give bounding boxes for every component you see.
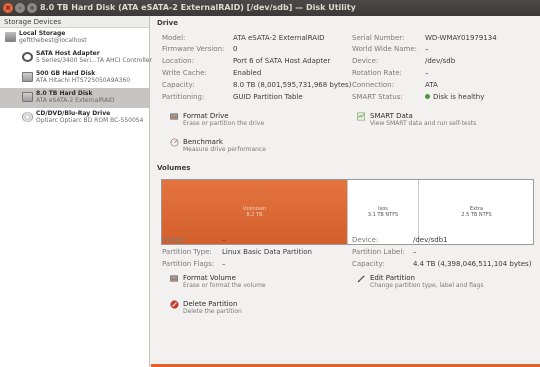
capacity-value: 8.0 TB (8,001,595,731,968 bytes) <box>233 81 352 89</box>
action-desc: Erase or format the volume <box>183 282 266 289</box>
optical-disc-icon <box>22 112 33 122</box>
sidebar-item-sub: geftthebest@localhost <box>19 37 87 44</box>
action-desc: Measure drive performance <box>183 146 266 153</box>
model-value: ATA eSATA-2 ExternalRAID <box>233 34 325 42</box>
sidebar-item-name: 500 GB Hard Disk <box>36 70 96 77</box>
volumes-section-title: Volumes <box>157 164 191 172</box>
action-title: Edit Partition <box>370 274 415 282</box>
volume-size: 8.2 TB <box>246 212 263 218</box>
close-window-button[interactable]: × <box>3 3 13 13</box>
action-title: SMART Data <box>370 112 413 120</box>
field-label: Partitioning: <box>162 93 205 101</box>
storage-devices-sidebar: Storage Devices Local Storage geftthebes… <box>0 16 152 367</box>
volume-map: Unknown 8.2 TB Isos 3.1 TB NTFS Extra 2.… <box>161 179 534 245</box>
field-label: Capacity: <box>352 260 385 268</box>
field-label: Model: <box>162 34 186 42</box>
smart-data-icon <box>357 112 365 121</box>
field-label: Device: <box>352 236 379 244</box>
sidebar-item-name: 8.0 TB Hard Disk <box>36 90 93 97</box>
format-volume-icon <box>170 275 178 282</box>
volume-capacity-value: 4.4 TB (4,398,046,511,104 bytes) <box>413 260 532 268</box>
edit-partition-icon <box>357 275 365 283</box>
partitioning-value: GUID Partition Table <box>233 93 303 101</box>
field-label: SMART Status: <box>352 93 403 101</box>
partition-flags-value: – <box>222 260 226 268</box>
format-drive-icon <box>170 113 178 120</box>
smart-status-value: Disk is healthy <box>425 93 484 101</box>
field-label: Firmware Version: <box>162 45 225 53</box>
disk-utility-window: × – + 8.0 TB Hard Disk (ATA eSATA-2 Exte… <box>0 0 540 367</box>
healthy-dot-icon <box>425 94 430 99</box>
field-label: Location: <box>162 57 194 65</box>
field-label: Write Cache: <box>162 69 207 77</box>
connection-value: ATA <box>425 81 438 89</box>
volume-segment-label: Unknown 8.2 TB <box>162 206 347 218</box>
field-label: Partition Type: <box>162 248 212 256</box>
action-desc: Erase or partition the drive <box>183 120 265 127</box>
sidebar-item-optical-drive[interactable]: CD/DVD/Blu-Ray Drive Optiarc Optiarc BD … <box>0 108 149 128</box>
volume-size: 3.1 TB NTFS <box>367 212 399 218</box>
action-title: Format Drive <box>183 112 229 120</box>
field-label: Device: <box>352 57 379 65</box>
field-label: Partition Flags: <box>162 260 215 268</box>
action-title: Benchmark <box>183 138 223 146</box>
write-cache-value: Enabled <box>233 69 262 77</box>
smart-status-text: Disk is healthy <box>433 93 485 101</box>
field-label: Connection: <box>352 81 394 89</box>
maximize-window-button[interactable]: + <box>27 3 37 13</box>
device-value: /dev/sdb <box>425 57 456 65</box>
sidebar-item-sub: 5 Series/3400 Seri...TA AHCI Controller <box>36 57 152 64</box>
delete-partition-icon <box>170 300 179 309</box>
sidebar-item-local-storage[interactable]: Local Storage geftthebest@localhost <box>0 28 149 48</box>
drive-section-title: Drive <box>157 19 178 27</box>
location-value: Port 6 of SATA Host Adapter <box>233 57 331 65</box>
wwn-value: – <box>425 45 429 53</box>
volume-size: 2.5 TB NTFS <box>461 212 492 218</box>
sidebar-header: Storage Devices <box>0 16 149 28</box>
volume-segment-isos[interactable]: Isos 3.1 TB NTFS <box>347 180 418 244</box>
field-label: Serial Number: <box>352 34 405 42</box>
volume-segment-unknown[interactable]: Unknown 8.2 TB <box>162 180 347 244</box>
field-label: Rotation Rate: <box>352 69 402 77</box>
sidebar-item-name: SATA Host Adapter <box>36 50 100 57</box>
sidebar-item-sata-adapter[interactable]: SATA Host Adapter 5 Series/3400 Seri...T… <box>0 48 152 68</box>
hard-disk-icon <box>22 92 33 102</box>
volume-segment-extra[interactable]: Extra 2.5 TB NTFS <box>418 180 534 244</box>
serial-value: WD-WMAY01979134 <box>425 34 497 42</box>
hard-disk-icon <box>22 72 33 82</box>
field-label: Capacity: <box>162 81 195 89</box>
window-controls: × – + <box>3 3 37 13</box>
detail-pane: Drive Model: ATA eSATA-2 ExternalRAID Fi… <box>151 16 540 367</box>
volume-device-value: /dev/sdb1 <box>413 236 448 244</box>
volume-segment-label: Isos 3.1 TB NTFS <box>348 206 418 218</box>
computer-icon <box>5 32 16 42</box>
partition-type-value: Linux Basic Data Partition <box>222 248 312 256</box>
action-desc: Change partition type, label and flags <box>370 282 484 289</box>
volume-segment-label: Extra 2.5 TB NTFS <box>419 206 534 218</box>
sidebar-item-sub: ATA Hitachi HTS725050A9A360 <box>36 77 131 84</box>
rotation-value: – <box>425 69 429 77</box>
sidebar-item-name: Local Storage <box>19 30 66 37</box>
sidebar-item-sub: Optiarc Optiarc BD ROM BC-5500S4 <box>36 117 144 124</box>
action-title: Format Volume <box>183 274 236 282</box>
sidebar-item-sub: ATA eSATA-2 ExternalRAID <box>36 97 115 104</box>
field-label: Partition Label: <box>352 248 405 256</box>
title-bar[interactable]: × – + 8.0 TB Hard Disk (ATA eSATA-2 Exte… <box>0 0 540 16</box>
field-label: Usage: <box>162 236 187 244</box>
action-desc: Delete the partition <box>183 308 242 315</box>
firmware-value: 0 <box>233 45 238 53</box>
sidebar-item-name: CD/DVD/Blu-Ray Drive <box>36 110 111 117</box>
host-adapter-icon <box>22 52 33 62</box>
usage-value: – <box>222 236 226 244</box>
sidebar-item-500gb-disk[interactable]: 500 GB Hard Disk ATA Hitachi HTS725050A9… <box>0 68 149 88</box>
partition-label-value: – <box>413 248 417 256</box>
benchmark-icon <box>170 138 179 147</box>
window-title: 8.0 TB Hard Disk (ATA eSATA-2 ExternalRA… <box>40 3 356 12</box>
action-title: Delete Partition <box>183 300 238 308</box>
minimize-window-button[interactable]: – <box>15 3 25 13</box>
action-desc: View SMART data and run self-tests <box>370 120 477 127</box>
field-label: World Wide Name: <box>352 45 417 53</box>
sidebar-item-8tb-disk[interactable]: 8.0 TB Hard Disk ATA eSATA-2 ExternalRAI… <box>0 88 149 108</box>
